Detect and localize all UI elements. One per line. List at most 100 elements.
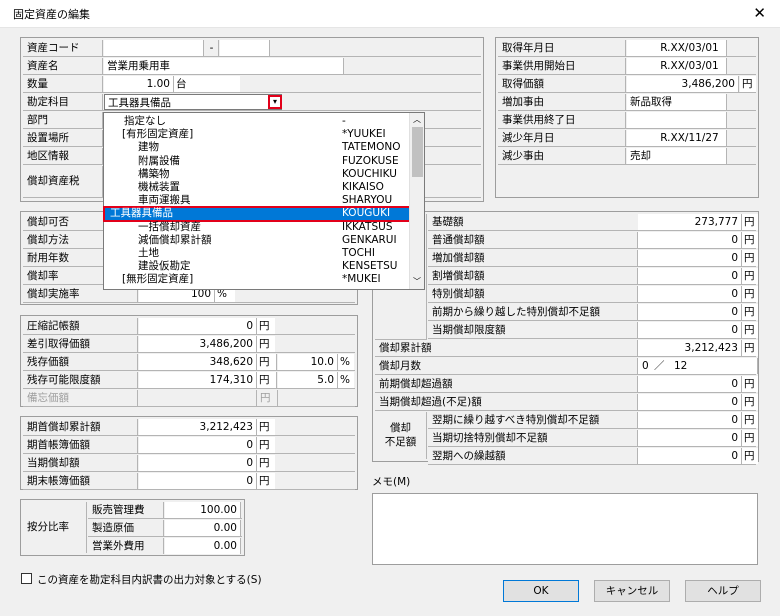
use-end-input[interactable] xyxy=(627,112,727,128)
carry-unit: 円 xyxy=(742,304,758,320)
cur-excess-value[interactable]: 0 xyxy=(638,394,742,410)
extra-depr-value[interactable]: 0 xyxy=(638,268,742,284)
asset-code-input[interactable] xyxy=(104,40,204,56)
dropdown-option-code: FUZOKUSE xyxy=(342,154,399,167)
memo-textarea[interactable] xyxy=(372,493,758,565)
memo-value-label: 備忘価額 xyxy=(23,390,138,406)
scroll-thumb[interactable] xyxy=(412,127,423,177)
cut-value[interactable]: 0 xyxy=(638,430,742,446)
residual-pct-input[interactable]: 10.0 xyxy=(278,354,338,370)
end-book-label: 期末帳簿価額 xyxy=(23,473,138,489)
cur-excess-unit: 円 xyxy=(742,394,758,410)
base-value[interactable]: 273,777 xyxy=(638,214,742,230)
sales-input[interactable]: 100.00 xyxy=(165,502,241,518)
cur-depr-input[interactable]: 0 xyxy=(139,455,257,471)
dropdown-arrow-icon[interactable]: ▾ xyxy=(268,95,282,109)
use-end-label: 事業供用終了日 xyxy=(498,112,626,128)
dropdown-option[interactable]: [無形固定資産] *MUKEI xyxy=(104,273,410,286)
dropdown-option-code: *YUUKEI xyxy=(342,128,386,141)
begin-book-unit: 円 xyxy=(257,437,275,453)
ok-button[interactable]: OK xyxy=(503,580,579,602)
asset-name-label: 資産名 xyxy=(23,58,103,74)
inc-reason-input[interactable]: 新品取得 xyxy=(627,94,727,110)
dropdown-option[interactable]: 附属設備 FUZOKUSE xyxy=(104,155,410,168)
dropdown-option[interactable]: 土地 TOCHI xyxy=(104,247,410,260)
next-carry-value[interactable]: 0 xyxy=(638,412,742,428)
special-depr-label: 特別償却額 xyxy=(428,286,638,302)
dropdown-option-name: 一括償却資産 xyxy=(138,220,201,233)
help-button[interactable]: ヘルプ xyxy=(685,580,761,602)
dropdown-option[interactable]: 建設仮勘定 KENSETSU xyxy=(104,260,410,273)
inc-reason-label: 増加事由 xyxy=(498,94,626,110)
rem-pct-input[interactable]: 5.0 xyxy=(278,372,338,388)
acq-date-input[interactable]: R.XX/03/01 xyxy=(627,40,727,56)
cur-depr-unit: 円 xyxy=(257,455,275,471)
next-unit: 円 xyxy=(742,448,758,464)
export-checkbox[interactable] xyxy=(21,573,32,584)
dropdown-option-code: KENSETSU xyxy=(342,260,398,273)
dropdown-option[interactable]: 指定なし - xyxy=(104,115,410,128)
account-dropdown-list[interactable]: 指定なし - [有形固定資産] *YUUKEI 建物 TATEMONO 附属設備 FUZOKU… xyxy=(103,112,425,290)
allocation-panel: 按分比率 販売管理費 100.00 製造原価 0.00 営業外費用 0.00 xyxy=(20,499,245,556)
cancel-button[interactable]: キャンセル xyxy=(594,580,670,602)
extra-depr-unit: 円 xyxy=(742,268,758,284)
special-depr-value[interactable]: 0 xyxy=(638,286,742,302)
use-start-label: 事業供用開始日 xyxy=(498,58,626,74)
net-input[interactable]: 3,486,200 xyxy=(139,336,257,352)
dropdown-option-code: SHARYOU xyxy=(342,194,393,207)
extra-depr-label: 割増償却額 xyxy=(428,268,638,284)
title-bar: 固定資産の編集 ✕ xyxy=(0,0,780,28)
compress-input[interactable]: 0 xyxy=(139,318,257,334)
dropdown-scrollbar[interactable]: ︿ ﹀ xyxy=(409,113,424,289)
use-start-input[interactable]: R.XX/03/01 xyxy=(627,58,727,74)
begin-accum-input[interactable]: 3,212,423 xyxy=(139,419,257,435)
asset-name-input[interactable]: 営業用乗用車 xyxy=(104,58,344,74)
acq-price-input[interactable]: 3,486,200 xyxy=(627,76,739,92)
asset-code-branch-input[interactable] xyxy=(220,40,270,56)
scroll-down-icon[interactable]: ﹀ xyxy=(413,276,421,287)
dropdown-option[interactable]: 減価償却累計額 GENKARUI xyxy=(104,234,410,247)
dropdown-option[interactable]: 一括償却資産 IKKATSUS xyxy=(104,221,410,234)
cur-limit-label: 当期償却限度額 xyxy=(428,322,638,338)
quantity-label: 数量 xyxy=(23,76,103,92)
dropdown-option-code: *MUKEI xyxy=(342,273,381,286)
mfg-input[interactable]: 0.00 xyxy=(165,520,241,536)
end-book-input[interactable]: 0 xyxy=(139,473,257,489)
acq-date-label: 取得年月日 xyxy=(498,40,626,56)
dropdown-option[interactable]: 建物 TATEMONO xyxy=(104,141,410,154)
months-separator: ／ xyxy=(654,360,665,372)
nonop-input[interactable]: 0.00 xyxy=(165,538,241,554)
dropdown-option-name: 建物 xyxy=(138,141,159,154)
tax-label: 償却資産税 xyxy=(23,166,103,197)
net-unit: 円 xyxy=(257,336,275,352)
dropdown-option[interactable]: 工具器具備品 KOUGUKI xyxy=(103,206,411,222)
dropdown-option[interactable]: 機械装置 KIKAISO xyxy=(104,181,410,194)
next-value[interactable]: 0 xyxy=(638,448,742,464)
dropdown-option[interactable]: 構築物 KOUCHIKU xyxy=(104,168,410,181)
accum-value[interactable]: 3,212,423 xyxy=(638,340,742,356)
carry-value[interactable]: 0 xyxy=(638,304,742,320)
dec-reason-label: 減少事由 xyxy=(498,148,626,164)
dec-date-input[interactable]: R.XX/11/27 xyxy=(627,130,727,146)
quantity-unit: 台 xyxy=(174,76,240,92)
prev-excess-value[interactable]: 0 xyxy=(638,376,742,392)
dropdown-option[interactable]: 車両運搬具 SHARYOU xyxy=(104,194,410,207)
dropdown-option[interactable]: [有形固定資産] *YUUKEI xyxy=(104,128,410,141)
begin-book-input[interactable]: 0 xyxy=(139,437,257,453)
close-icon[interactable]: ✕ xyxy=(753,4,766,22)
inc-depr-value[interactable]: 0 xyxy=(638,250,742,266)
region-label: 地区情報 xyxy=(23,148,103,164)
dec-reason-input[interactable]: 売却 xyxy=(627,148,727,164)
quantity-input[interactable]: 1.00 xyxy=(104,76,174,92)
normal-value[interactable]: 0 xyxy=(638,232,742,248)
accum-unit: 円 xyxy=(742,340,758,356)
cur-limit-value[interactable]: 0 xyxy=(638,322,742,338)
rem-input[interactable]: 174,310 xyxy=(139,372,257,388)
scroll-up-icon[interactable]: ︿ xyxy=(413,114,421,125)
account-combobox[interactable]: 工具器具備品 xyxy=(104,94,282,110)
export-checkbox-label[interactable]: この資産を勘定科目内訳書の出力対象とする(S) xyxy=(37,572,262,587)
shortfall-group-label: 償却 不足額 xyxy=(375,412,427,459)
residual-input[interactable]: 348,620 xyxy=(139,354,257,370)
months-field[interactable]: 0 ／ 12 xyxy=(638,358,758,374)
memo-value-input xyxy=(139,390,257,406)
